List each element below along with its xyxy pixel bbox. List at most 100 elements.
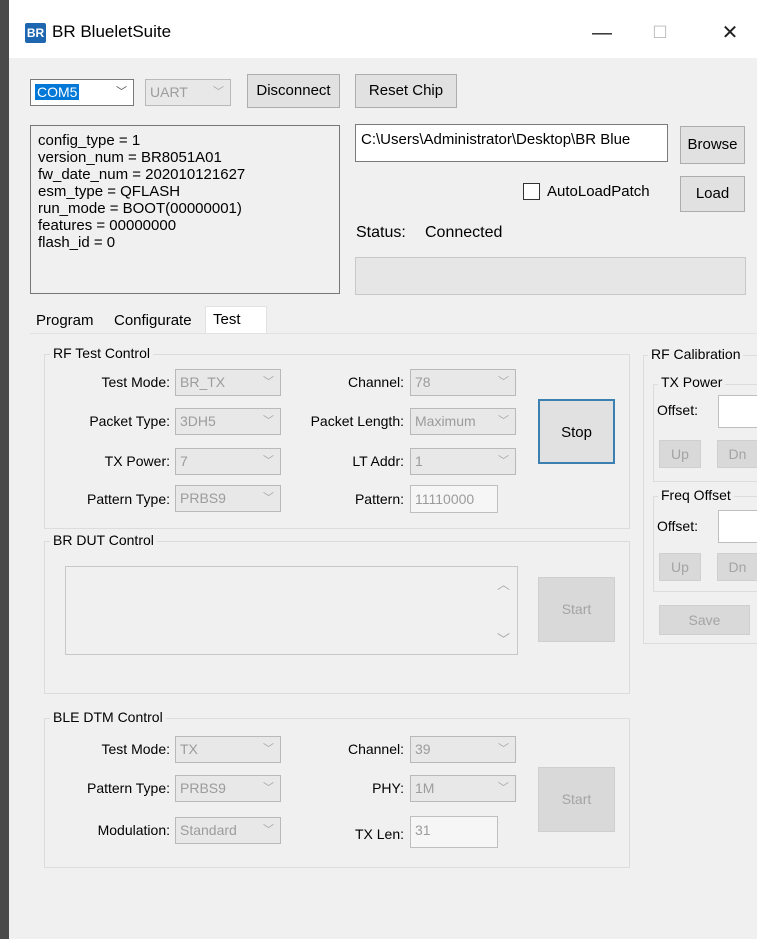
- chevron-down-icon: ﹀: [498, 782, 509, 794]
- packet-type-label: Packet Type:: [89, 413, 170, 429]
- ble-pattern-type-value: PRBS9: [180, 780, 226, 796]
- desktop-edge: [0, 0, 9, 939]
- chevron-down-icon: ﹀: [498, 376, 509, 388]
- tx-offset-label: Offset:: [657, 402, 698, 418]
- dut-start-button[interactable]: Start: [538, 577, 615, 642]
- maximize-icon[interactable]: ☐: [640, 16, 680, 50]
- ble-pattern-type-label: Pattern Type:: [86, 780, 170, 796]
- packet-length-value: Maximum: [415, 413, 476, 429]
- ble-channel-select[interactable]: 39 ﹀: [410, 736, 516, 763]
- packet-length-label: Packet Length:: [310, 413, 404, 429]
- ble-start-button[interactable]: Start: [538, 767, 615, 832]
- test-mode-select[interactable]: BR_TX ﹀: [175, 369, 281, 396]
- freq-offset-cal-title: Freq Offset: [658, 487, 734, 503]
- test-mode-value: BR_TX: [180, 374, 226, 390]
- progress-bar: [355, 257, 746, 295]
- chevron-down-icon: ﹀: [213, 86, 224, 98]
- tab-test[interactable]: Test: [205, 306, 267, 334]
- pattern-label: Pattern:: [354, 491, 404, 507]
- mode-value: UART: [150, 84, 188, 100]
- tx-len-input[interactable]: 31: [410, 816, 498, 848]
- tx-offset-input[interactable]: [718, 395, 757, 428]
- status-value: Connected: [425, 224, 503, 241]
- info-line: fw_date_num = 202010121627: [38, 166, 246, 183]
- autoload-checkbox[interactable]: [523, 183, 540, 200]
- packet-type-select[interactable]: 3DH5 ﹀: [175, 408, 281, 435]
- scroll-up-icon[interactable]: ︿: [497, 574, 510, 593]
- tx-len-label: TX Len:: [354, 826, 404, 842]
- tx-power-select[interactable]: 7 ﹀: [175, 448, 281, 475]
- stop-button[interactable]: Stop: [538, 399, 615, 464]
- status-label: Status:: [356, 224, 406, 241]
- chevron-down-icon: ﹀: [116, 86, 127, 98]
- tx-power-value: 7: [180, 453, 188, 469]
- dut-log-box[interactable]: [65, 566, 518, 655]
- pattern-type-label: Pattern Type:: [86, 491, 170, 507]
- chevron-down-icon: ﹀: [498, 455, 509, 467]
- pattern-input[interactable]: 11110000: [410, 485, 498, 513]
- reset-chip-button[interactable]: Reset Chip: [355, 74, 457, 108]
- packet-length-select[interactable]: Maximum ﹀: [410, 408, 516, 435]
- tab-divider: [30, 333, 757, 334]
- tx-power-label: TX Power:: [104, 453, 170, 469]
- info-line: features = 00000000: [38, 217, 177, 234]
- ble-test-mode-select[interactable]: TX ﹀: [175, 736, 281, 763]
- freq-dn-button[interactable]: Dn: [717, 553, 757, 581]
- chevron-down-icon: ﹀: [263, 415, 274, 427]
- chevron-down-icon: ﹀: [263, 455, 274, 467]
- lt-addr-select[interactable]: 1 ﹀: [410, 448, 516, 475]
- chevron-down-icon: ﹀: [263, 782, 274, 794]
- channel-value: 78: [415, 374, 431, 390]
- freq-up-button[interactable]: Up: [659, 553, 701, 581]
- lt-addr-value: 1: [415, 453, 423, 469]
- ble-channel-label: Channel:: [347, 741, 404, 757]
- lt-addr-label: LT Addr:: [352, 453, 404, 469]
- ble-pattern-type-select[interactable]: PRBS9 ﹀: [175, 775, 281, 802]
- phy-label: PHY:: [372, 780, 404, 796]
- info-line: run_mode = BOOT(00000001): [38, 200, 242, 217]
- tab-program[interactable]: Program: [36, 312, 94, 329]
- mode-select[interactable]: UART ﹀: [145, 79, 231, 106]
- rf-test-control-title: RF Test Control: [50, 345, 153, 361]
- port-value: COM5: [35, 84, 80, 100]
- tab-configurate[interactable]: Configurate: [114, 312, 192, 329]
- pattern-type-value: PRBS9: [180, 490, 226, 506]
- freq-offset-label: Offset:: [657, 518, 698, 534]
- window-title: BR BlueletSuite: [52, 22, 172, 41]
- save-button[interactable]: Save: [659, 605, 750, 635]
- load-button[interactable]: Load: [680, 176, 745, 212]
- ble-test-mode-label: Test Mode:: [101, 741, 170, 757]
- app-logo-icon: BR: [25, 23, 46, 43]
- channel-label: Channel:: [347, 374, 404, 390]
- tx-up-button[interactable]: Up: [659, 440, 701, 468]
- chevron-down-icon: ﹀: [263, 376, 274, 388]
- tx-power-cal-title: TX Power: [658, 374, 726, 390]
- chip-info-panel: config_type = 1 version_num = BR8051A01 …: [30, 125, 340, 294]
- patch-path-input[interactable]: C:\Users\Administrator\Desktop\BR Blue: [355, 124, 668, 162]
- phy-select[interactable]: 1M ﹀: [410, 775, 516, 802]
- ble-test-mode-value: TX: [180, 741, 198, 757]
- minimize-icon[interactable]: —: [582, 16, 622, 50]
- disconnect-button[interactable]: Disconnect: [247, 74, 340, 108]
- phy-value: 1M: [415, 780, 435, 796]
- tx-dn-button[interactable]: Dn: [717, 440, 757, 468]
- info-line: flash_id = 0: [38, 234, 116, 251]
- scroll-down-icon[interactable]: ﹀: [497, 629, 510, 648]
- chevron-down-icon: ﹀: [498, 743, 509, 755]
- port-select[interactable]: COM5 ﹀: [30, 79, 134, 106]
- chevron-down-icon: ﹀: [263, 492, 274, 504]
- freq-offset-input[interactable]: [718, 510, 757, 543]
- info-line: esm_type = QFLASH: [38, 183, 181, 200]
- pattern-type-select[interactable]: PRBS9 ﹀: [175, 485, 281, 512]
- channel-select[interactable]: 78 ﹀: [410, 369, 516, 396]
- browse-button[interactable]: Browse: [680, 126, 745, 164]
- close-icon[interactable]: ✕: [710, 16, 750, 50]
- ble-dtm-control-title: BLE DTM Control: [50, 709, 166, 725]
- modulation-value: Standard: [180, 822, 237, 838]
- modulation-select[interactable]: Standard ﹀: [175, 817, 281, 844]
- packet-type-value: 3DH5: [180, 413, 216, 429]
- rf-calibration-title: RF Calibration: [648, 346, 744, 362]
- chevron-down-icon: ﹀: [498, 415, 509, 427]
- test-mode-label: Test Mode:: [101, 374, 170, 390]
- chevron-down-icon: ﹀: [263, 824, 274, 836]
